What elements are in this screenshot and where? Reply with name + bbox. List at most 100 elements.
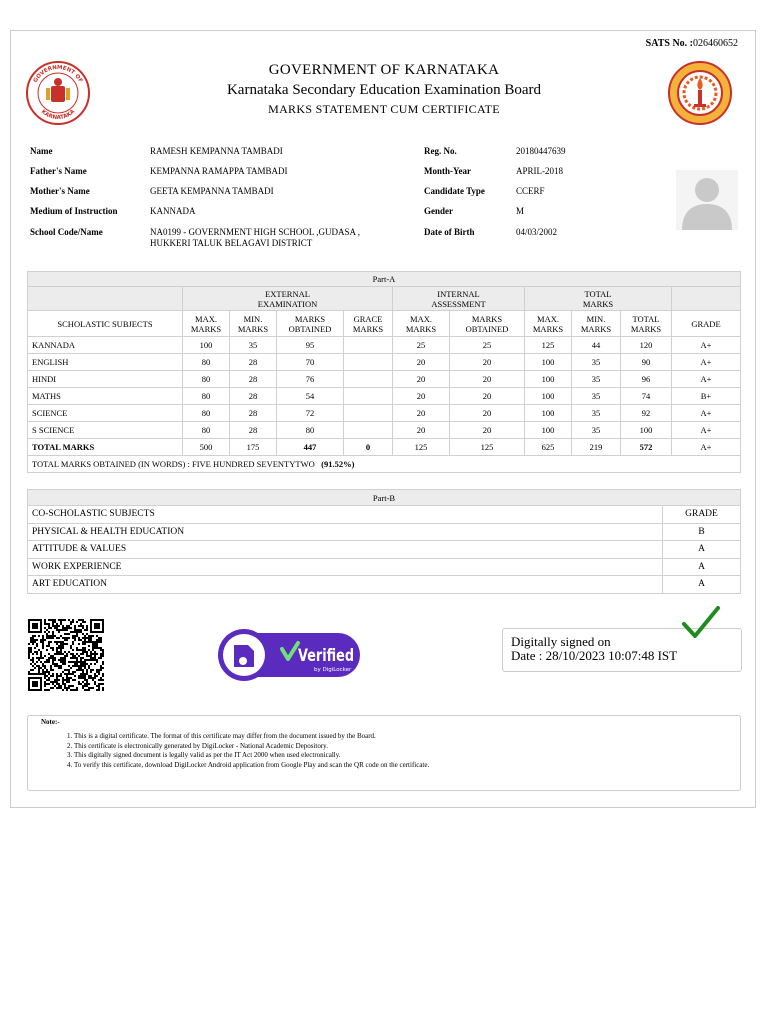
column-header: MARKS OBTAINED xyxy=(449,310,525,337)
subject-name: MATHS xyxy=(27,387,183,405)
gender-label: Gender xyxy=(424,206,453,216)
external-exam-header: EXTERNAL EXAMINATION xyxy=(182,286,393,311)
total-cell: 500 xyxy=(182,438,230,456)
marks-cell: 20 xyxy=(449,421,525,439)
subject-name: ENGLISH xyxy=(27,353,183,371)
reg-label: Reg. No. xyxy=(424,146,457,156)
marks-cell: 20 xyxy=(449,387,525,405)
marks-cell xyxy=(343,336,393,354)
marks-cell: 70 xyxy=(276,353,344,371)
marks-cell: 100 xyxy=(524,370,572,388)
blank-header-cell xyxy=(27,286,183,311)
co-scholastic-grade: B xyxy=(662,522,741,541)
signature-date: Date : 28/10/2023 10:07:48 IST xyxy=(511,648,678,663)
co-scholastic-row: PHYSICAL & HEALTH EDUCATION B xyxy=(27,522,741,541)
marks-cell: 80 xyxy=(276,421,344,439)
marks-cell xyxy=(343,387,393,405)
marks-cell: 76 xyxy=(276,370,344,388)
part-b-title: Part-B xyxy=(27,489,741,506)
marks-cell: A+ xyxy=(671,404,741,422)
signature-valid-check-icon xyxy=(682,606,720,638)
marks-cell: 100 xyxy=(620,421,672,439)
marks-cell: 100 xyxy=(524,387,572,405)
marks-cell: 28 xyxy=(229,387,277,405)
total-cell: 219 xyxy=(571,438,621,456)
marks-cell: 25 xyxy=(449,336,525,354)
co-scholastic-grade: A xyxy=(662,540,741,559)
marks-cell: A+ xyxy=(671,353,741,371)
part-b-grade-header: GRADE xyxy=(662,505,741,524)
total-cell: 572 xyxy=(620,438,672,456)
marks-cell: 125 xyxy=(524,336,572,354)
government-title: GOVERNMENT OF KARNATAKA xyxy=(268,62,500,78)
marks-cell: 92 xyxy=(620,404,672,422)
total-cell: A+ xyxy=(671,438,741,456)
candidate-type-label: Candidate Type xyxy=(424,186,485,196)
month-label: Month-Year xyxy=(424,166,471,176)
verified-text: Verified xyxy=(298,646,354,666)
total-label: TOTAL MARKS xyxy=(27,438,183,456)
marks-cell: 80 xyxy=(182,421,230,439)
marks-cell: 100 xyxy=(182,336,230,354)
marks-cell: 20 xyxy=(392,404,450,422)
column-header: TOTAL MARKS xyxy=(620,310,672,337)
marks-cell: 54 xyxy=(276,387,344,405)
marks-cell: A+ xyxy=(671,336,741,354)
marks-cell: 28 xyxy=(229,353,277,371)
marks-cell: 95 xyxy=(276,336,344,354)
marks-cell: 28 xyxy=(229,404,277,422)
notes-title: Note:- xyxy=(41,718,60,726)
total-cell: 0 xyxy=(343,438,393,456)
internal-assessment-header: INTERNAL ASSESSMENT xyxy=(392,286,525,311)
notes-box: Note:- This is a digital certificate. Th… xyxy=(27,715,741,791)
marks-cell: 72 xyxy=(276,404,344,422)
column-header: MAX. MARKS xyxy=(182,310,230,337)
subject-row: HINDI 80 28 76 20 20 100 35 96 A+ xyxy=(27,370,741,388)
marks-cell: 100 xyxy=(524,421,572,439)
grade-column-header: GRADE xyxy=(671,310,741,337)
reg-number: 20180447639 xyxy=(516,146,566,156)
father-label: Father's Name xyxy=(30,166,87,176)
marks-cell: 96 xyxy=(620,370,672,388)
school-label: School Code/Name xyxy=(30,227,103,237)
marks-cell: 100 xyxy=(524,353,572,371)
dob-value: 04/03/2002 xyxy=(516,227,558,237)
dob-label: Date of Birth xyxy=(424,227,475,237)
marks-cell: 100 xyxy=(524,404,572,422)
medium-value: KANNADA xyxy=(150,206,196,216)
co-scholastic-row: ART EDUCATION A xyxy=(27,575,741,594)
certificate-subtitle: MARKS STATEMENT CUM CERTIFICATE xyxy=(268,102,500,116)
subject-row: MATHS 80 28 54 20 20 100 35 74 B+ xyxy=(27,387,741,405)
marks-cell: 20 xyxy=(392,421,450,439)
school-line2: HUKKERI TALUK BELAGAVI DISTRICT xyxy=(150,238,313,248)
marks-cell: 20 xyxy=(392,370,450,388)
marks-cell: 20 xyxy=(392,353,450,371)
marks-cell: 25 xyxy=(392,336,450,354)
sats-number: SATS No. :026460652 xyxy=(645,38,738,49)
marks-cell: 35 xyxy=(571,421,621,439)
student-name: RAMESH KEMPANNA TAMBADI xyxy=(150,146,283,156)
marks-cell: 20 xyxy=(449,404,525,422)
co-scholastic-header: CO-SCHOLASTIC SUBJECTS xyxy=(27,505,663,524)
marks-cell: 20 xyxy=(449,370,525,388)
column-header: MAX. MARKS xyxy=(524,310,572,337)
co-scholastic-grade: A xyxy=(662,575,741,594)
co-scholastic-subject: PHYSICAL & HEALTH EDUCATION xyxy=(27,522,663,541)
marks-cell: 20 xyxy=(392,387,450,405)
marks-cell: 80 xyxy=(182,370,230,388)
marks-cell: 120 xyxy=(620,336,672,354)
subject-row: SCIENCE 80 28 72 20 20 100 35 92 A+ xyxy=(27,404,741,422)
note-item: This digitally signed document is legall… xyxy=(74,751,429,761)
marks-cell xyxy=(343,353,393,371)
column-header: MIN. MARKS xyxy=(229,310,277,337)
kseeb-board-seal xyxy=(668,61,732,125)
marks-cell xyxy=(343,421,393,439)
subject-name: SCIENCE xyxy=(27,404,183,422)
total-cell: 125 xyxy=(449,438,525,456)
qr-code[interactable] xyxy=(28,619,104,691)
part-a-marks-table: Part-A EXTERNAL EXAMINATION INTERNAL ASSES… xyxy=(27,271,741,473)
name-label: Name xyxy=(30,146,53,156)
marks-cell: 28 xyxy=(229,421,277,439)
co-scholastic-subject: ART EDUCATION xyxy=(27,575,663,594)
marks-cell: A+ xyxy=(671,421,741,439)
